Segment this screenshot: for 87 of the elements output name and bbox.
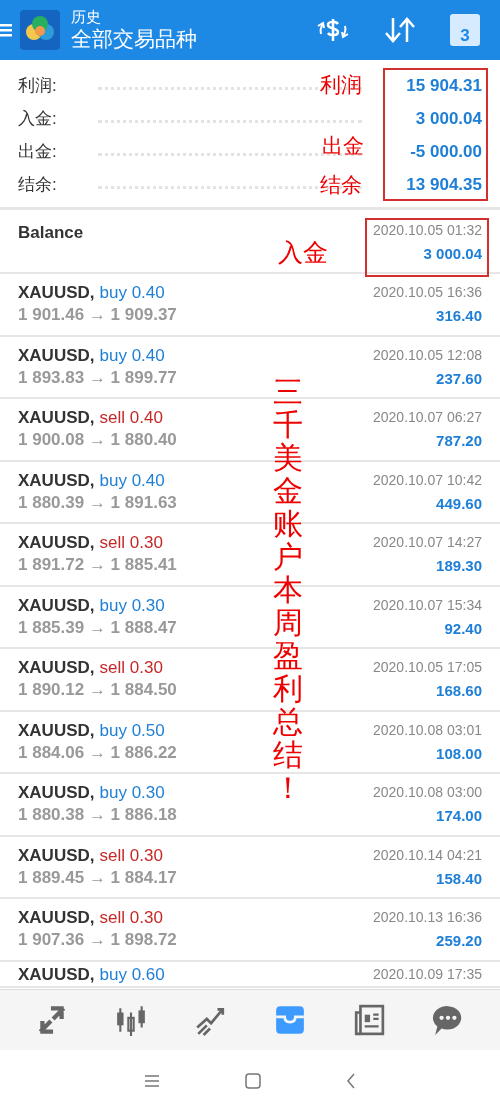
sort-icon[interactable] xyxy=(384,16,416,44)
summary-label: 结余: xyxy=(18,174,58,197)
calendar-button[interactable]: 3 xyxy=(450,14,480,46)
trade-profit: 787.20 xyxy=(436,431,482,451)
trade-profit: 168.60 xyxy=(436,681,482,701)
summary-value: -5 000.00 xyxy=(409,141,482,164)
trade-profit: 174.00 xyxy=(436,806,482,826)
deal-time: 2020.10.05 01:32 xyxy=(373,221,482,240)
balance-label: Balance xyxy=(18,222,84,244)
annotation-text: 结余 xyxy=(320,175,362,196)
trade-prices: 1 901.46 → 1 909.37 xyxy=(18,304,177,326)
trade-order: sell 0.30 xyxy=(99,908,163,928)
currency-exchange-icon[interactable] xyxy=(316,16,350,44)
deal-time: 2020.10.07 15:34 xyxy=(373,595,482,614)
trade-prices: 1 891.72 → 1 885.41 xyxy=(18,554,177,576)
trade-order: sell 0.30 xyxy=(99,658,163,678)
trade-order: sell 0.30 xyxy=(99,845,163,866)
newspaper-icon[interactable] xyxy=(352,1004,385,1036)
trade-symbol: XAUUSD, xyxy=(18,658,95,678)
deal-time: 2020.10.07 10:42 xyxy=(373,470,482,489)
trade-profit: 316.40 xyxy=(436,306,482,326)
summary-label: 入金: xyxy=(18,108,58,131)
trade-symbol: XAUUSD, xyxy=(18,595,95,616)
screen-subtitle: 全部交易品种 xyxy=(71,26,197,53)
trade-symbol: XAUUSD, xyxy=(18,533,95,553)
trade-order: buy 0.40 xyxy=(99,470,165,491)
trade-prices: 1 890.12 → 1 884.50 xyxy=(18,679,177,701)
trade-order: buy 0.30 xyxy=(99,595,165,616)
trade-profit: 158.40 xyxy=(436,868,482,889)
trade-profit: 449.60 xyxy=(436,493,482,514)
trade-order: sell 0.30 xyxy=(99,533,163,553)
trade-symbol: XAUUSD, xyxy=(18,908,95,928)
trade-profit: 92.40 xyxy=(444,618,482,639)
annotation-text: 出金 xyxy=(322,136,364,157)
menu-icon[interactable] xyxy=(0,23,12,37)
inbox-icon[interactable] xyxy=(273,1004,306,1036)
deal-time: 2020.10.05 16:36 xyxy=(373,283,482,301)
deal-time: 2020.10.05 17:05 xyxy=(373,658,482,676)
trade-prices: 1 900.08 → 1 880.40 xyxy=(18,429,177,451)
trade-profit: 108.00 xyxy=(436,743,482,764)
trade-symbol: XAUUSD, xyxy=(18,408,95,428)
trade-order: buy 0.60 xyxy=(99,964,165,985)
trade-profit: 189.30 xyxy=(436,556,482,576)
trade-prices: 1 889.45 → 1 884.17 xyxy=(18,866,177,889)
deal-time: 2020.10.14 04:21 xyxy=(373,845,482,864)
summary-label: 利润: xyxy=(18,75,58,98)
summary-value: 3 000.04 xyxy=(414,108,482,131)
trade-symbol: XAUUSD, xyxy=(18,345,95,366)
screen-title: 历史 xyxy=(71,7,102,27)
summary-value: 13 904.35 xyxy=(405,174,482,197)
trade-symbol: XAUUSD, xyxy=(18,964,95,985)
deal-time: 2020.10.05 12:08 xyxy=(373,345,482,364)
deal-amount: 3 000.04 xyxy=(423,244,482,264)
trade-order: buy 0.50 xyxy=(99,720,165,741)
annotation-caption: 三千美金账户本周盈利总结！ xyxy=(271,375,304,804)
trade-symbol: XAUUSD, xyxy=(18,283,95,303)
app-logo-icon xyxy=(20,10,60,50)
deal-time: 2020.10.08 03:00 xyxy=(373,783,482,801)
trade-symbol: XAUUSD, xyxy=(18,845,95,866)
deal-time: 2020.10.07 06:27 xyxy=(373,408,482,426)
trade-symbol: XAUUSD, xyxy=(18,783,95,803)
trade-prices: 1 880.39 → 1 891.63 xyxy=(18,491,177,514)
trade-order: buy 0.40 xyxy=(99,283,165,303)
deal-time: 2020.10.13 16:36 xyxy=(373,908,482,926)
trade-prices: 1 907.36 → 1 898.72 xyxy=(18,929,177,951)
trade-symbol: XAUUSD, xyxy=(18,470,95,491)
deal-time: 2020.10.07 14:27 xyxy=(373,533,482,551)
trade-order: sell 0.40 xyxy=(99,408,163,428)
summary-value: 15 904.31 xyxy=(405,75,482,98)
annotation-text: 利润 xyxy=(320,75,362,96)
trade-profit: 237.60 xyxy=(436,368,482,389)
back-icon[interactable] xyxy=(346,1072,356,1089)
deal-time: 2020.10.08 03:01 xyxy=(373,720,482,739)
trade-prices: 1 885.39 → 1 888.47 xyxy=(18,616,177,639)
recent-apps-icon[interactable] xyxy=(144,1073,160,1088)
trade-prices: 1 884.06 → 1 886.22 xyxy=(18,741,177,764)
trade-order: buy 0.30 xyxy=(99,783,165,803)
trade-symbol: XAUUSD, xyxy=(18,720,95,741)
home-icon[interactable] xyxy=(245,1072,261,1089)
trade-prices: 1 880.38 → 1 886.18 xyxy=(18,804,177,826)
annotation-text: 入金 xyxy=(278,240,328,265)
summary-label: 出金: xyxy=(18,141,58,164)
deal-time: 2020.10.09 17:35 xyxy=(373,964,482,983)
trade-profit: 259.20 xyxy=(436,931,482,951)
candlestick-icon[interactable] xyxy=(115,1004,147,1036)
trade-order: buy 0.40 xyxy=(99,345,165,366)
trade-prices: 1 893.83 → 1 899.77 xyxy=(18,366,177,389)
